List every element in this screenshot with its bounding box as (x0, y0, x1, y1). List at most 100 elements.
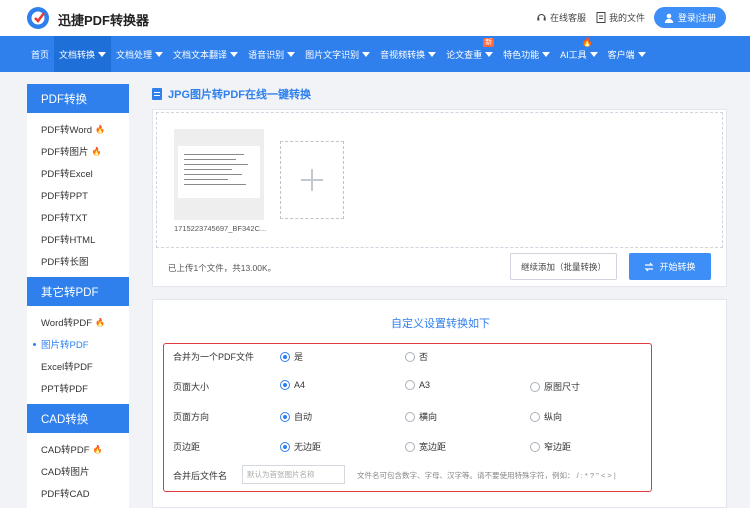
radio[interactable] (405, 351, 415, 362)
setting-row-orientation: 页面方向 自动 横向 纵向 (164, 405, 653, 435)
setting-label: 页边距 (173, 442, 201, 452)
sidebar-item-cad-to-image[interactable]: CAD转图片 (27, 460, 129, 482)
settings-card: 自定义设置转换如下 合并为一个PDF文件 是 否 页面大小 A4 A3 原图尺寸… (152, 299, 727, 508)
option-size-original[interactable]: 原图尺寸 (530, 380, 580, 393)
sidebar-item-image-to-pdf[interactable]: 图片转PDF (27, 333, 129, 355)
page-title-text: JPG图片转PDF在线一键转换 (168, 89, 312, 101)
filename-hint: 文件名可包含数字、字母、汉字等。请不要使用特殊字符，例如： / : * ? " … (357, 471, 616, 480)
radio[interactable] (530, 441, 540, 452)
nav-doc-process[interactable]: 文档处理 (111, 36, 168, 72)
chevron-down-icon (230, 51, 239, 57)
chevron-down-icon (637, 51, 646, 57)
settings-title: 自定义设置转换如下 (391, 318, 490, 330)
option-orientation-auto[interactable]: 自动 (280, 410, 312, 423)
setting-row-page-size: 页面大小 A4 A3 原图尺寸 (164, 375, 653, 405)
sidebar-item-word-to-pdf[interactable]: Word转PDF 🔥 (27, 311, 129, 333)
nav-speech-recognition[interactable]: 语音识别 (243, 36, 300, 72)
sidebar-item-pdf-to-ppt[interactable]: PDF转PPT (27, 184, 129, 206)
option-merge-no[interactable]: 否 (405, 350, 428, 363)
file-icon (596, 12, 606, 23)
chevron-down-icon (287, 51, 296, 57)
app-logo-icon[interactable] (26, 6, 52, 30)
radio-checked[interactable] (280, 380, 290, 390)
sidebar-item-pdf-to-txt[interactable]: PDF转TXT (27, 206, 129, 228)
convert-icon (645, 262, 654, 271)
sidebar: PDF转换 PDF转Word 🔥 PDF转图片 🔥 PDF转Excel PDF转PP… (27, 84, 129, 508)
radio[interactable] (405, 441, 415, 452)
sidebar-item-pdf-to-excel[interactable]: PDF转Excel (27, 162, 129, 184)
user-icon (664, 13, 674, 23)
sidebar-item-cad-to-pdf[interactable]: CAD转PDF 🔥 (27, 438, 129, 460)
headset-icon (537, 14, 546, 21)
radio-checked[interactable] (280, 351, 290, 362)
file-dropzone[interactable]: 1715223745697_BF342C... (156, 112, 723, 248)
login-register-label: 登录|注册 (677, 13, 717, 23)
app-name[interactable]: 迅捷PDF转换器 (58, 10, 149, 29)
radio[interactable] (530, 381, 540, 392)
new-badge: 新 (483, 38, 495, 47)
radio-checked[interactable] (280, 411, 290, 422)
add-file-button[interactable] (280, 141, 344, 219)
customer-support-link[interactable]: 在线客服 (536, 11, 586, 24)
nav-image-ocr[interactable]: 图片文字识别 (300, 36, 375, 72)
nav-doc-translate[interactable]: 文档文本翻译 (168, 36, 243, 72)
option-margin-none[interactable]: 无边距 (280, 440, 321, 453)
continue-add-button[interactable]: 继续添加（批量转换） (510, 253, 617, 280)
chevron-down-icon (542, 51, 551, 57)
login-register-button[interactable]: 登录|注册 (654, 7, 726, 28)
settings-panel: 合并为一个PDF文件 是 否 页面大小 A4 A3 原图尺寸 页面方向 自动 横… (163, 343, 652, 492)
sidebar-item-pdf-to-html[interactable]: PDF转HTML (27, 228, 129, 250)
option-orientation-portrait[interactable]: 纵向 (530, 410, 562, 423)
fire-icon: 🔥 (91, 146, 102, 156)
setting-row-margin: 页边距 无边距 宽边距 窄边距 (164, 435, 653, 465)
sidebar-item-pdf-to-long-image[interactable]: PDF转长图 (27, 250, 129, 272)
chevron-down-icon (155, 51, 164, 57)
start-convert-label: 开始转换 (659, 262, 696, 272)
radio[interactable] (530, 411, 540, 422)
nav-paper-check[interactable]: 论文查重新 (441, 36, 498, 72)
option-margin-narrow[interactable]: 窄边距 (530, 440, 571, 453)
radio[interactable] (405, 380, 415, 390)
sidebar-item-pdf-to-cad[interactable]: PDF转CAD (27, 482, 129, 504)
thumbnail-preview (178, 146, 260, 198)
chevron-down-icon (428, 51, 437, 57)
sidebar-section-other-to-pdf: 其它转PDF (27, 277, 129, 306)
upload-status: 已上传1个文件，共13.00K。 (168, 263, 277, 273)
option-size-a3[interactable]: A3 (405, 380, 430, 390)
nav-doc-convert[interactable]: 文档转换 (54, 36, 112, 72)
radio[interactable] (405, 411, 415, 422)
sidebar-item-pdf-to-word[interactable]: PDF转Word 🔥 (27, 118, 129, 140)
nav-av-convert[interactable]: 音视频转换 (375, 36, 441, 72)
filename-label: 合并后文件名 (173, 471, 228, 481)
nav-client[interactable]: 客户端 (603, 36, 651, 72)
sidebar-item-excel-to-pdf[interactable]: Excel转PDF (27, 355, 129, 377)
fire-icon: 🔥 (92, 444, 103, 454)
chevron-down-icon (362, 51, 371, 57)
page-title: JPG图片转PDF在线一键转换 (152, 86, 311, 102)
nav-ai-tools[interactable]: AI工具 🔥 (555, 36, 603, 72)
setting-label: 页面方向 (173, 412, 210, 422)
setting-label: 合并为一个PDF文件 (173, 352, 255, 362)
fire-icon: 🔥 (95, 317, 105, 327)
customer-support-label: 在线客服 (550, 13, 587, 23)
nav-home[interactable]: 首页 (26, 36, 54, 72)
upload-card: 1715223745697_BF342C... 已上传1个文件，共13.00K。… (152, 109, 727, 287)
main-nav: 首页 文档转换 文档处理 文档文本翻译 语音识别 图片文字识别 音视频转换 论文… (0, 36, 750, 72)
option-orientation-landscape[interactable]: 横向 (405, 410, 437, 423)
filename-input[interactable] (242, 465, 345, 484)
radio-checked[interactable] (280, 441, 290, 452)
fire-icon: 🔥 (581, 37, 593, 47)
option-size-a4[interactable]: A4 (280, 380, 305, 390)
nav-special-features[interactable]: 特色功能 (498, 36, 555, 72)
sidebar-item-ppt-to-pdf[interactable]: PPT转PDF (27, 377, 129, 399)
sidebar-item-pdf-to-image[interactable]: PDF转图片 🔥 (27, 140, 129, 162)
option-merge-yes[interactable]: 是 (280, 350, 303, 363)
uploaded-file-thumbnail[interactable] (174, 129, 264, 220)
my-files-label: 我的文件 (609, 13, 646, 23)
start-convert-button[interactable]: 开始转换 (629, 253, 711, 280)
my-files-link[interactable]: 我的文件 (596, 11, 645, 24)
option-margin-wide[interactable]: 宽边距 (405, 440, 446, 453)
chevron-down-icon (589, 51, 598, 57)
sidebar-section-cad-convert: CAD转换 (27, 404, 129, 433)
setting-label: 页面大小 (173, 382, 210, 392)
